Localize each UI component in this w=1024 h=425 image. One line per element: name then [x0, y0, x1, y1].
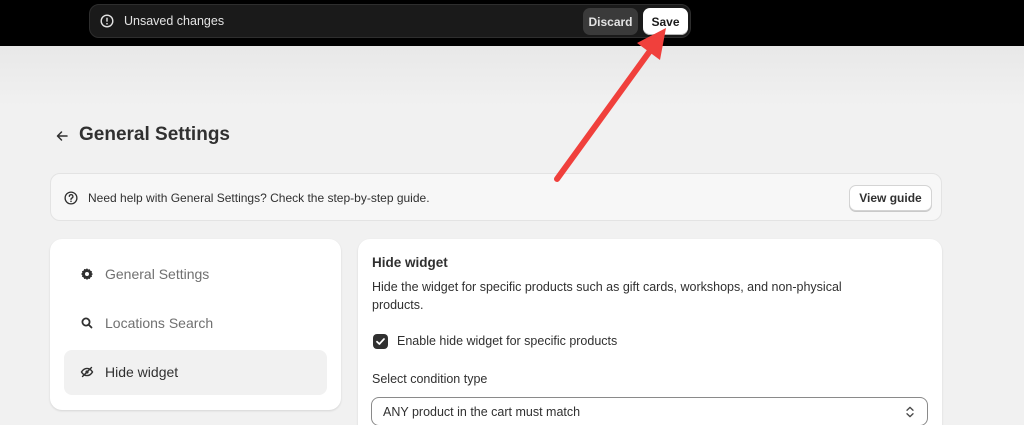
sidebar-item-label: Hide widget: [105, 364, 179, 380]
top-bar: Unsaved changes Discard Save: [0, 0, 1024, 46]
page-title: General Settings: [79, 124, 230, 145]
section-title: Hide widget: [372, 255, 448, 270]
alert-circle-icon: [100, 14, 114, 28]
page-header-band: [0, 46, 1024, 106]
view-guide-button[interactable]: View guide: [849, 185, 932, 211]
contextual-save-bar: Unsaved changes Discard Save: [89, 4, 691, 38]
question-circle-icon: [64, 191, 78, 205]
unsaved-changes-message: Unsaved changes: [124, 14, 225, 28]
checkmark-icon: [376, 338, 385, 345]
gear-icon: [81, 268, 93, 280]
checkbox-label[interactable]: Enable hide widget for specific products: [397, 334, 617, 348]
eye-slash-icon: [80, 366, 94, 378]
condition-type-select[interactable]: ANY product in the cart must match: [371, 397, 928, 425]
back-arrow-icon[interactable]: [54, 128, 70, 144]
sidebar-item-locations-search[interactable]: Locations Search: [64, 301, 327, 346]
sidebar-item-label: Locations Search: [105, 315, 214, 331]
discard-button[interactable]: Discard: [583, 8, 638, 35]
section-description: Hide the widget for specific products su…: [372, 280, 842, 312]
sidebar-item-general-settings[interactable]: General Settings: [64, 252, 327, 297]
save-button[interactable]: Save: [643, 8, 688, 35]
hide-widget-card: Hide widget Hide the widget for specific…: [358, 239, 942, 425]
sidebar-item-hide-widget[interactable]: Hide widget: [64, 350, 327, 395]
enable-hide-widget-checkbox[interactable]: [373, 334, 388, 349]
select-value: ANY product in the cart must match: [383, 405, 581, 419]
chevron-up-down-icon: [906, 406, 914, 418]
search-icon: [81, 317, 93, 329]
help-banner-text: Need help with General Settings? Check t…: [88, 191, 430, 205]
help-banner: Need help with General Settings? Check t…: [50, 173, 942, 221]
condition-type-label: Select condition type: [372, 372, 488, 386]
sidebar-item-label: General Settings: [105, 266, 210, 282]
settings-sidebar: General Settings Locations Search Hide w…: [50, 239, 341, 410]
